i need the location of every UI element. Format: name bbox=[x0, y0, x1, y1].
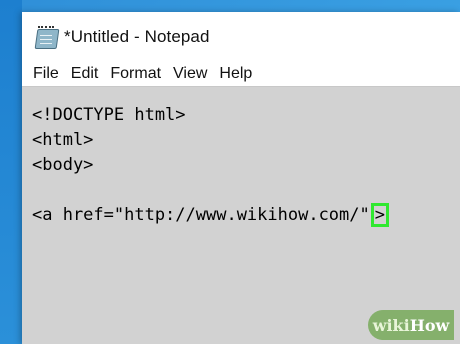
menu-edit[interactable]: Edit bbox=[70, 65, 100, 83]
code-line: <html> bbox=[32, 130, 94, 150]
code-line: <body> bbox=[32, 155, 94, 175]
anchor-tag-text: <a href="http://www.wikihow.com/" bbox=[32, 205, 370, 225]
watermark-how: How bbox=[409, 315, 450, 335]
desktop-background bbox=[0, 0, 22, 344]
menu-bar: File Edit Format View Help bbox=[22, 62, 460, 86]
window-title: *Untitled - Notepad bbox=[64, 27, 210, 46]
wikihow-watermark: wiki How bbox=[368, 310, 454, 340]
code-line-anchor: <a href="http://www.wikihow.com/" > bbox=[32, 203, 460, 228]
code-line: <!DOCTYPE html> bbox=[32, 105, 186, 125]
menu-file[interactable]: File bbox=[32, 65, 60, 83]
menu-view[interactable]: View bbox=[172, 65, 208, 83]
highlighted-closing-bracket: > bbox=[370, 203, 390, 227]
title-bar[interactable]: *Untitled - Notepad bbox=[22, 12, 460, 62]
notepad-icon bbox=[34, 25, 60, 49]
menu-format[interactable]: Format bbox=[109, 65, 162, 83]
watermark-wiki: wiki bbox=[372, 315, 410, 335]
notepad-window: *Untitled - Notepad File Edit Format Vie… bbox=[22, 12, 460, 344]
text-editor-area[interactable]: <!DOCTYPE html> <html> <body> <a href="h… bbox=[22, 86, 460, 344]
menu-help[interactable]: Help bbox=[218, 65, 253, 83]
